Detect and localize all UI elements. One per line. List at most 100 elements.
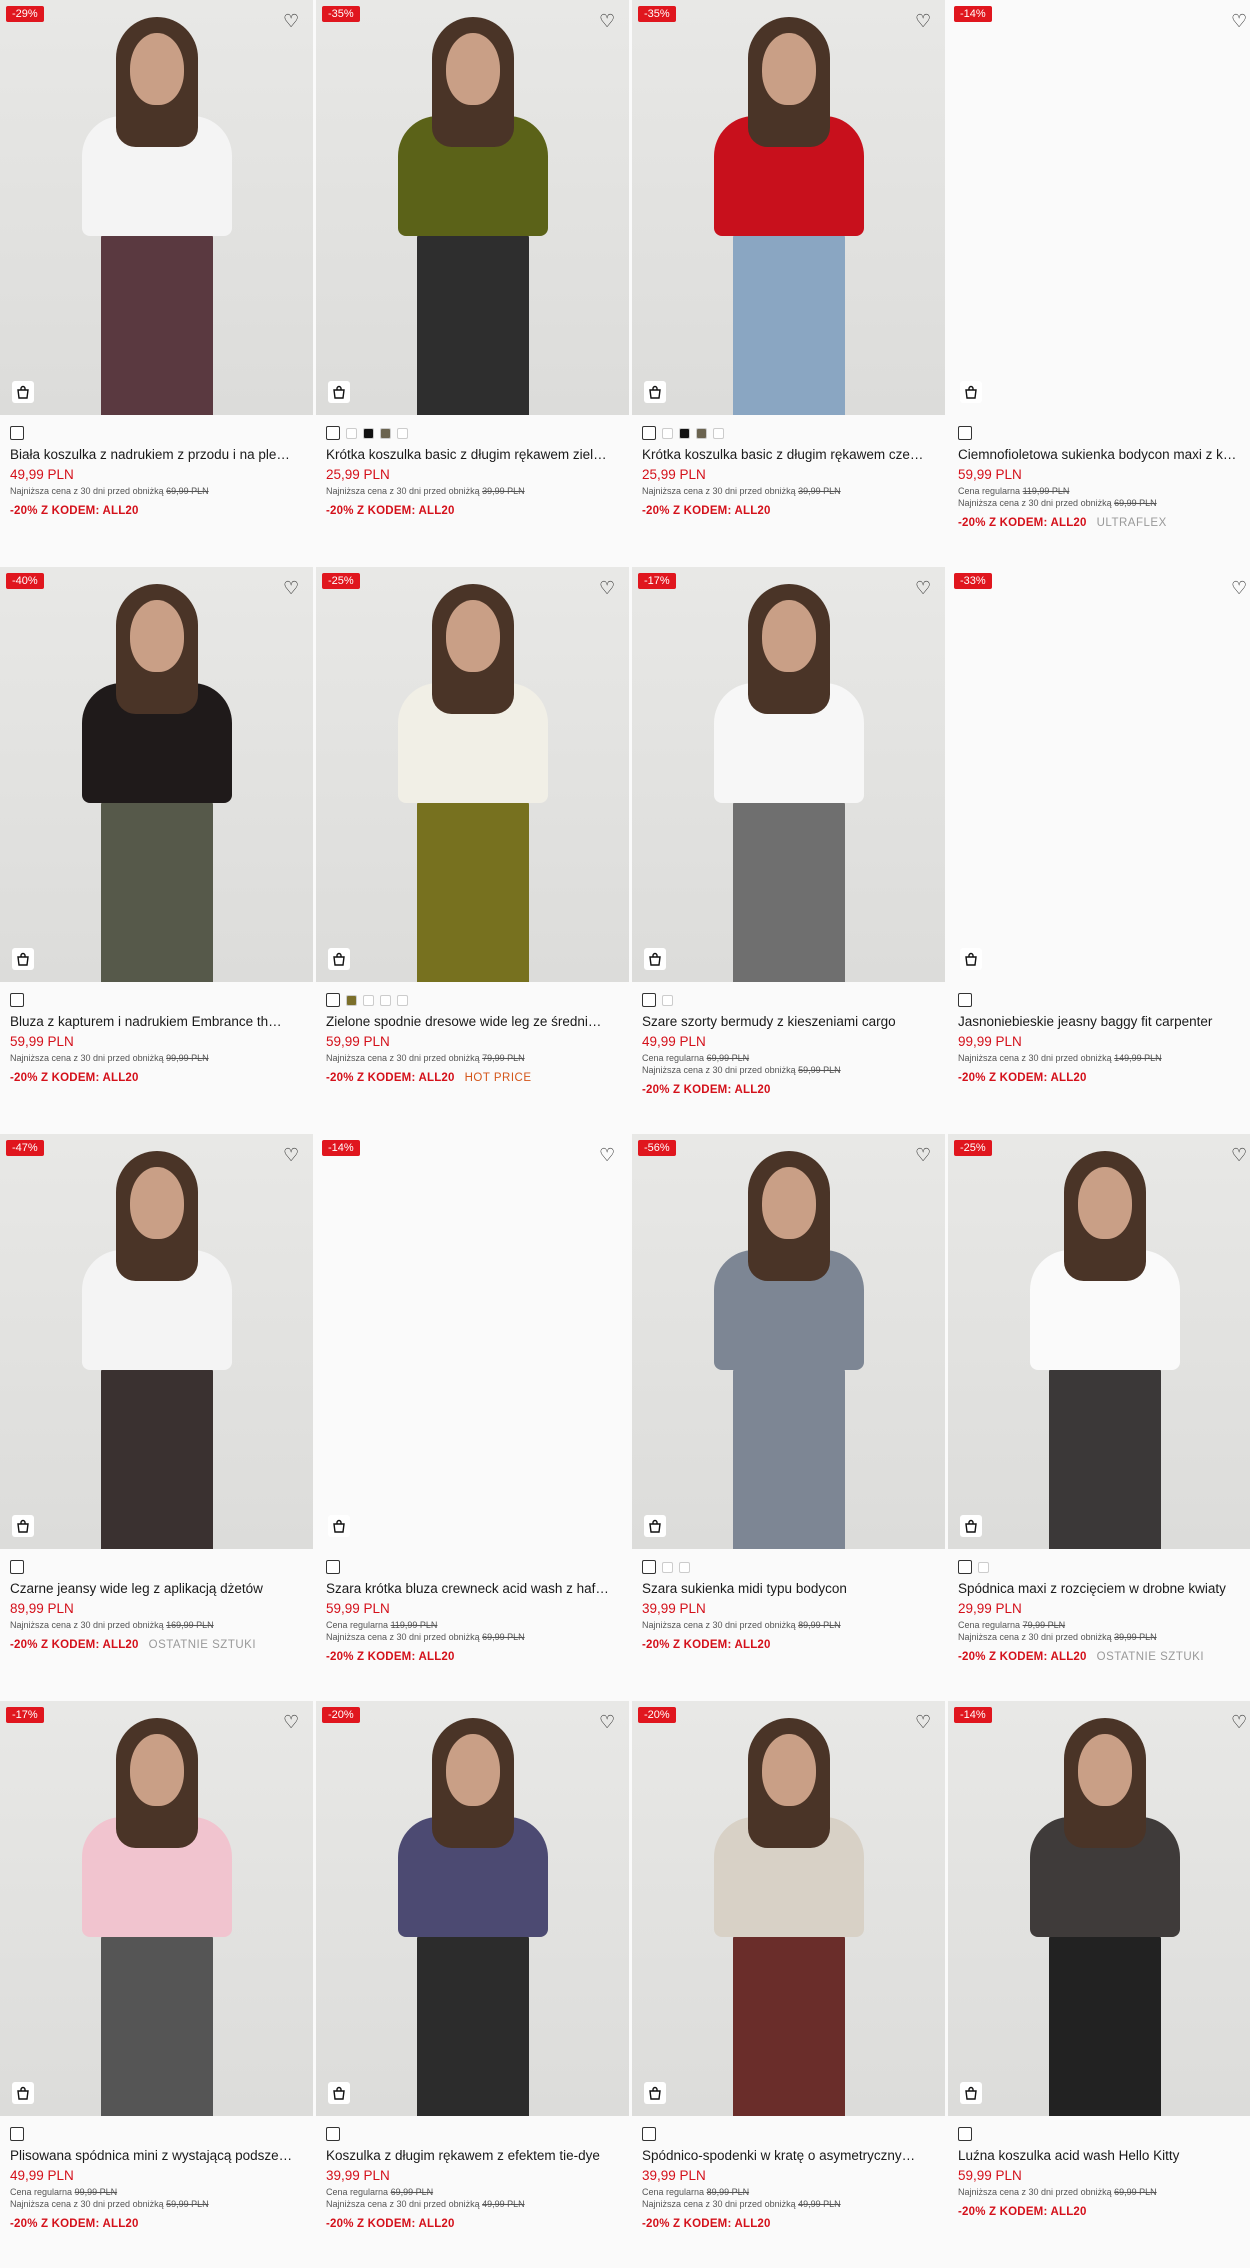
color-swatch[interactable] [662,427,673,439]
shopping-bag-icon[interactable] [960,1515,982,1537]
shopping-bag-icon[interactable] [328,948,350,970]
product-image[interactable]: -17% ♡ [0,1701,313,2116]
product-image[interactable]: -47% ♡ [0,1134,313,1549]
product-name[interactable]: Czarne jeansy wide leg z aplikacją dżetó… [10,1581,303,1596]
compare-checkbox[interactable] [10,426,24,440]
product-name[interactable]: Bluza z kapturem i nadrukiem Embrance th… [10,1014,303,1029]
product-image[interactable]: -25% ♡ [948,1134,1250,1549]
heart-icon[interactable]: ♡ [915,579,933,597]
product-card[interactable]: -25% ♡ Zielone spodnie dresowe wide leg … [316,567,629,1134]
product-name[interactable]: Szara krótka bluza crewneck acid wash z … [326,1581,619,1596]
product-image[interactable]: -25% ♡ [316,567,629,982]
product-name[interactable]: Zielone spodnie dresowe wide leg ze śred… [326,1014,619,1029]
color-swatch[interactable] [662,1561,673,1573]
heart-icon[interactable]: ♡ [915,1713,933,1731]
product-name[interactable]: Biała koszulka z nadrukiem z przodu i na… [10,447,303,462]
product-image[interactable]: -20% ♡ [632,1701,945,2116]
product-name[interactable]: Luźna koszulka acid wash Hello Kitty [958,2148,1250,2163]
shopping-bag-icon[interactable] [644,381,666,403]
product-image[interactable]: -33% ♡ [948,567,1250,982]
product-card[interactable]: -40% ♡ Bluza z kapturem i nadrukiem Embr… [0,567,313,1134]
heart-icon[interactable]: ♡ [1231,579,1249,597]
product-card[interactable]: -33% ♡ Jasnoniebieskie jeasny baggy fit … [948,567,1250,1134]
product-image[interactable]: -14% ♡ [316,1134,629,1549]
color-swatch[interactable] [679,1561,690,1573]
heart-icon[interactable]: ♡ [599,1146,617,1164]
shopping-bag-icon[interactable] [328,1515,350,1537]
product-card[interactable]: -25% ♡ Spódnica maxi z rozcięciem w drob… [948,1134,1250,1701]
product-image[interactable]: -40% ♡ [0,567,313,982]
compare-checkbox[interactable] [958,1560,972,1574]
product-image[interactable]: -29% ♡ [0,0,313,415]
heart-icon[interactable]: ♡ [283,12,301,30]
product-card[interactable]: -29% ♡ Biała koszulka z nadrukiem z przo… [0,0,313,567]
compare-checkbox[interactable] [958,993,972,1007]
compare-checkbox[interactable] [326,426,340,440]
product-image[interactable]: -17% ♡ [632,567,945,982]
compare-checkbox[interactable] [326,1560,340,1574]
product-image[interactable]: -35% ♡ [632,0,945,415]
product-card[interactable]: -20% ♡ Spódnico-spodenki w kratę o asyme… [632,1701,945,2268]
product-name[interactable]: Spódnica maxi z rozcięciem w drobne kwia… [958,1581,1250,1596]
shopping-bag-icon[interactable] [328,381,350,403]
compare-checkbox[interactable] [326,993,340,1007]
color-swatch[interactable] [363,994,374,1006]
shopping-bag-icon[interactable] [644,1515,666,1537]
color-swatch[interactable] [397,427,408,439]
color-swatch[interactable] [397,994,408,1006]
color-swatch[interactable] [380,994,391,1006]
color-swatch[interactable] [380,427,391,439]
color-swatch[interactable] [713,427,724,439]
product-card[interactable]: -56% ♡ Szara sukienka midi typu bodycon … [632,1134,945,1701]
color-swatch[interactable] [662,994,673,1006]
product-card[interactable]: -17% ♡ Plisowana spódnica mini z wystają… [0,1701,313,2268]
compare-checkbox[interactable] [642,426,656,440]
product-name[interactable]: Szare szorty bermudy z kieszeniami cargo [642,1014,935,1029]
shopping-bag-icon[interactable] [960,381,982,403]
product-name[interactable]: Krótka koszulka basic z długim rękawem c… [642,447,935,462]
compare-checkbox[interactable] [10,993,24,1007]
compare-checkbox[interactable] [958,2127,972,2141]
product-name[interactable]: Krótka koszulka basic z długim rękawem z… [326,447,619,462]
heart-icon[interactable]: ♡ [1231,1713,1249,1731]
product-card[interactable]: -35% ♡ Krótka koszulka basic z długim rę… [316,0,629,567]
compare-checkbox[interactable] [642,993,656,1007]
shopping-bag-icon[interactable] [12,381,34,403]
color-swatch[interactable] [363,427,374,439]
product-image[interactable]: -14% ♡ [948,1701,1250,2116]
heart-icon[interactable]: ♡ [1231,1146,1249,1164]
product-card[interactable]: -20% ♡ Koszulka z długim rękawem z efekt… [316,1701,629,2268]
shopping-bag-icon[interactable] [12,1515,34,1537]
product-name[interactable]: Jasnoniebieskie jeasny baggy fit carpent… [958,1014,1250,1029]
product-image[interactable]: -35% ♡ [316,0,629,415]
shopping-bag-icon[interactable] [644,2082,666,2104]
shopping-bag-icon[interactable] [960,948,982,970]
color-swatch[interactable] [346,427,357,439]
product-name[interactable]: Koszulka z długim rękawem z efektem tie-… [326,2148,619,2163]
product-card[interactable]: -47% ♡ Czarne jeansy wide leg z aplikacj… [0,1134,313,1701]
compare-checkbox[interactable] [326,2127,340,2141]
product-name[interactable]: Plisowana spódnica mini z wystającą pods… [10,2148,303,2163]
product-name[interactable]: Ciemnofioletowa sukienka bodycon maxi z … [958,447,1250,462]
product-card[interactable]: -14% ♡ Szara krótka bluza crewneck acid … [316,1134,629,1701]
color-swatch[interactable] [978,1561,989,1573]
color-swatch[interactable] [679,427,690,439]
product-image[interactable]: -14% ♡ [948,0,1250,415]
heart-icon[interactable]: ♡ [599,579,617,597]
heart-icon[interactable]: ♡ [283,1713,301,1731]
compare-checkbox[interactable] [10,1560,24,1574]
product-card[interactable]: -14% ♡ Luźna koszulka acid wash Hello Ki… [948,1701,1250,2268]
compare-checkbox[interactable] [10,2127,24,2141]
product-card[interactable]: -14% ♡ Ciemnofioletowa sukienka bodycon … [948,0,1250,567]
color-swatch[interactable] [696,427,707,439]
shopping-bag-icon[interactable] [12,2082,34,2104]
heart-icon[interactable]: ♡ [1231,12,1249,30]
product-card[interactable]: -17% ♡ Szare szorty bermudy z kieszeniam… [632,567,945,1134]
compare-checkbox[interactable] [642,1560,656,1574]
compare-checkbox[interactable] [642,2127,656,2141]
shopping-bag-icon[interactable] [644,948,666,970]
shopping-bag-icon[interactable] [12,948,34,970]
product-image[interactable]: -56% ♡ [632,1134,945,1549]
product-card[interactable]: -35% ♡ Krótka koszulka basic z długim rę… [632,0,945,567]
color-swatch[interactable] [346,994,357,1006]
